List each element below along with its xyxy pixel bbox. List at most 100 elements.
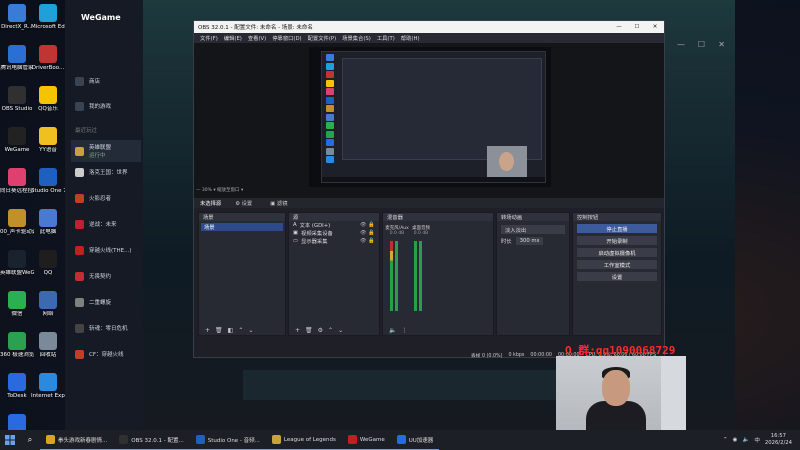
desktop-icon[interactable]: 00_声卡驱动调试	[0, 209, 34, 235]
wegame-minimize-icon[interactable]: —	[677, 40, 685, 49]
desktop-icon[interactable]: 回收站	[31, 332, 65, 358]
visibility-icon[interactable]: 👁 🔒	[360, 230, 375, 236]
monitor-icon: ▭	[293, 238, 299, 244]
virtual-camera-button[interactable]: 启动虚拟摄像机	[577, 248, 657, 257]
menu-item[interactable]: 停靠窗口(D)	[272, 34, 301, 42]
tray-chevron-icon[interactable]: ⌃	[723, 437, 728, 443]
desktop-icon[interactable]: WeGame	[0, 127, 34, 153]
network-icon[interactable]: ◉	[733, 437, 738, 443]
wegame-game-item[interactable]: 二重螺旋	[75, 296, 111, 308]
text-icon: A	[293, 222, 297, 228]
source-down-button[interactable]: ⌄	[338, 327, 343, 334]
wegame-game-item[interactable]: 穿越火线(THE...)	[75, 244, 132, 256]
source-item[interactable]: A 文本 (GDI+) 👁 🔒	[289, 221, 379, 229]
desktop-icon[interactable]: QQ	[31, 250, 65, 276]
source-settings-button[interactable]: ⚙ 设置	[231, 199, 256, 207]
menu-item[interactable]: 文件(F)	[200, 34, 218, 42]
maximize-button[interactable]: ☐	[628, 24, 646, 30]
game-icon	[75, 167, 84, 177]
desktop-icon[interactable]: 腾讯电脑管家	[0, 45, 34, 71]
add-source-button[interactable]: +	[295, 327, 300, 334]
menu-item[interactable]: 帮助(H)	[401, 34, 420, 42]
mixer-menu-icon[interactable]: ⋮	[401, 327, 407, 334]
taskbar-clock[interactable]: 16:57 2026/2/24	[765, 433, 792, 447]
desktop-icon[interactable]: Studio One 7	[31, 168, 65, 194]
menu-item[interactable]: 查看(V)	[248, 34, 266, 42]
remove-source-button[interactable]: 🗑	[305, 327, 313, 334]
menu-item[interactable]: 场景集合(S)	[342, 34, 371, 42]
studio-mode-button[interactable]: 工作室模式	[577, 260, 657, 269]
minimize-button[interactable]: —	[610, 24, 628, 30]
menu-item[interactable]: 工具(T)	[377, 34, 395, 42]
wegame-game-item[interactable]: 无畏契约	[75, 270, 111, 282]
wegame-game-item[interactable]: 斩魂：零日危机	[75, 322, 128, 334]
preview-desktop-icon	[326, 79, 334, 87]
wegame-game-item[interactable]: 火影忍者	[75, 192, 111, 204]
wegame-nav-my-games[interactable]: 我的游戏	[75, 100, 111, 112]
transitions-dock-title: 转场动画	[497, 213, 569, 221]
desktop-icon[interactable]: 360 极速浏览器	[0, 332, 34, 358]
move-down-button[interactable]: ⌄	[248, 327, 253, 334]
menu-item[interactable]: 编辑(E)	[224, 34, 242, 42]
wegame-game-item[interactable]: CF：穿越火线	[75, 348, 124, 360]
search-icon[interactable]: ⌕	[20, 430, 40, 450]
visibility-icon[interactable]: 👁 🔒	[360, 238, 375, 244]
wegame-maximize-icon[interactable]: ☐	[698, 40, 705, 49]
wegame-game-item[interactable]: 洛克王国：世界	[75, 166, 128, 178]
source-item[interactable]: ▭ 显示器采集 👁 🔒	[289, 237, 379, 245]
app-icon	[8, 4, 26, 22]
app-icon	[8, 127, 26, 145]
start-recording-button[interactable]: 开始录制	[577, 236, 657, 245]
settings-button[interactable]: 设置	[577, 272, 657, 281]
duration-input[interactable]: 300 ms	[515, 237, 544, 245]
desktop-icon[interactable]: QQ音乐	[31, 86, 65, 112]
volume-icon[interactable]: 🔈	[742, 437, 749, 443]
desktop-icon[interactable]: 微信	[0, 291, 34, 317]
desktop-icon[interactable]: 此电脑	[31, 209, 65, 235]
mixer-mute-icon[interactable]: 🔈	[389, 327, 396, 334]
scene-item[interactable]: 场景	[201, 223, 283, 231]
input-method-icon[interactable]: 中	[754, 436, 760, 444]
desktop-icon[interactable]: ToDesk	[0, 373, 34, 399]
taskbar-app[interactable]: 拳头游戏新春剧情...	[40, 430, 114, 450]
taskbar-app[interactable]: OBS 32.0.1 - 配置...	[113, 430, 190, 450]
preview-desktop-icon	[326, 88, 334, 95]
taskbar-app[interactable]: UU加速器	[390, 430, 440, 450]
move-up-button[interactable]: ⌃	[238, 327, 243, 334]
wegame-game-item[interactable]: 逆战：未来	[75, 218, 117, 230]
wegame-game-item[interactable]: 英雄联盟 运行中	[71, 140, 141, 162]
close-button[interactable]: ✕	[646, 24, 664, 30]
source-up-button[interactable]: ⌃	[328, 327, 333, 334]
desktop-icon[interactable]: 向日葵远程控制	[0, 168, 34, 194]
taskbar-app[interactable]: Studio One - 音频...	[189, 430, 266, 450]
source-props-button[interactable]: ⚙	[318, 327, 323, 334]
stop-streaming-button[interactable]: 停止直播	[577, 224, 657, 233]
desktop-icon[interactable]: DriverBoo...	[31, 45, 65, 71]
desktop-icon[interactable]: Microsoft Edge	[31, 4, 65, 30]
desktop-icon[interactable]: Internet Explorer	[31, 373, 65, 399]
taskbar-app[interactable]: League of Legends	[265, 430, 342, 450]
preview-capture	[321, 51, 546, 183]
wegame-nav-store[interactable]: 商店	[75, 75, 100, 87]
start-button[interactable]	[0, 430, 20, 450]
app-icon	[39, 250, 57, 268]
desktop-icon[interactable]: 英雄联盟WeGame版	[0, 250, 34, 276]
menu-item[interactable]: 配置文件(P)	[308, 34, 337, 42]
taskbar-app[interactable]: WeGame	[341, 430, 391, 450]
source-filters-button[interactable]: ▣ 滤镜	[266, 199, 291, 207]
app-icon	[195, 435, 205, 444]
transition-select[interactable]: 淡入淡出	[501, 225, 565, 234]
source-toolbar: 未选择源 ⚙ 设置 ▣ 滤镜	[194, 198, 664, 208]
wegame-close-icon[interactable]: ✕	[718, 40, 725, 49]
remove-scene-button[interactable]: 🗑	[215, 327, 223, 334]
preview-canvas[interactable]	[309, 47, 551, 187]
desktop-icon[interactable]: YY语音	[31, 127, 65, 153]
desktop-icon[interactable]: DirectX_R...	[0, 4, 34, 30]
visibility-icon[interactable]: 👁 🔒	[360, 222, 375, 228]
source-item[interactable]: ▣ 视频采集设备 👁 🔒	[289, 229, 379, 237]
add-scene-button[interactable]: +	[205, 327, 210, 334]
desktop-icon[interactable]: OBS Studio	[0, 86, 34, 112]
preview-zoom-bar[interactable]: — 30% ▾ 缩放至窗口 ▾	[196, 187, 243, 193]
scene-filter-button[interactable]: ◧	[228, 327, 234, 334]
desktop-icon[interactable]: 网络	[31, 291, 65, 317]
